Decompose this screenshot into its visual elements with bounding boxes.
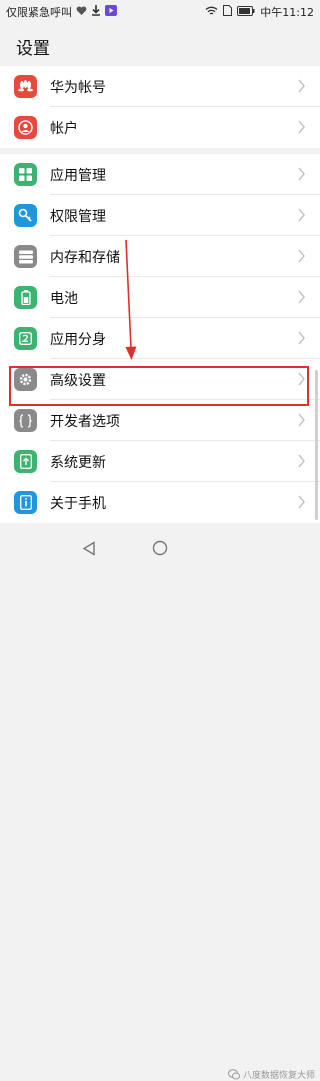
- watermark: 八度数据恢复大师: [228, 1068, 315, 1081]
- highlight-box: [9, 366, 309, 406]
- wechat-icon: [228, 1069, 240, 1080]
- navigation-bar: 八度数据恢复大师: [0, 528, 320, 1081]
- home-icon[interactable]: [152, 540, 168, 556]
- back-icon[interactable]: [82, 541, 96, 556]
- watermark-text: 八度数据恢复大师: [243, 1071, 316, 1081]
- annotation-arrow: [125, 239, 137, 360]
